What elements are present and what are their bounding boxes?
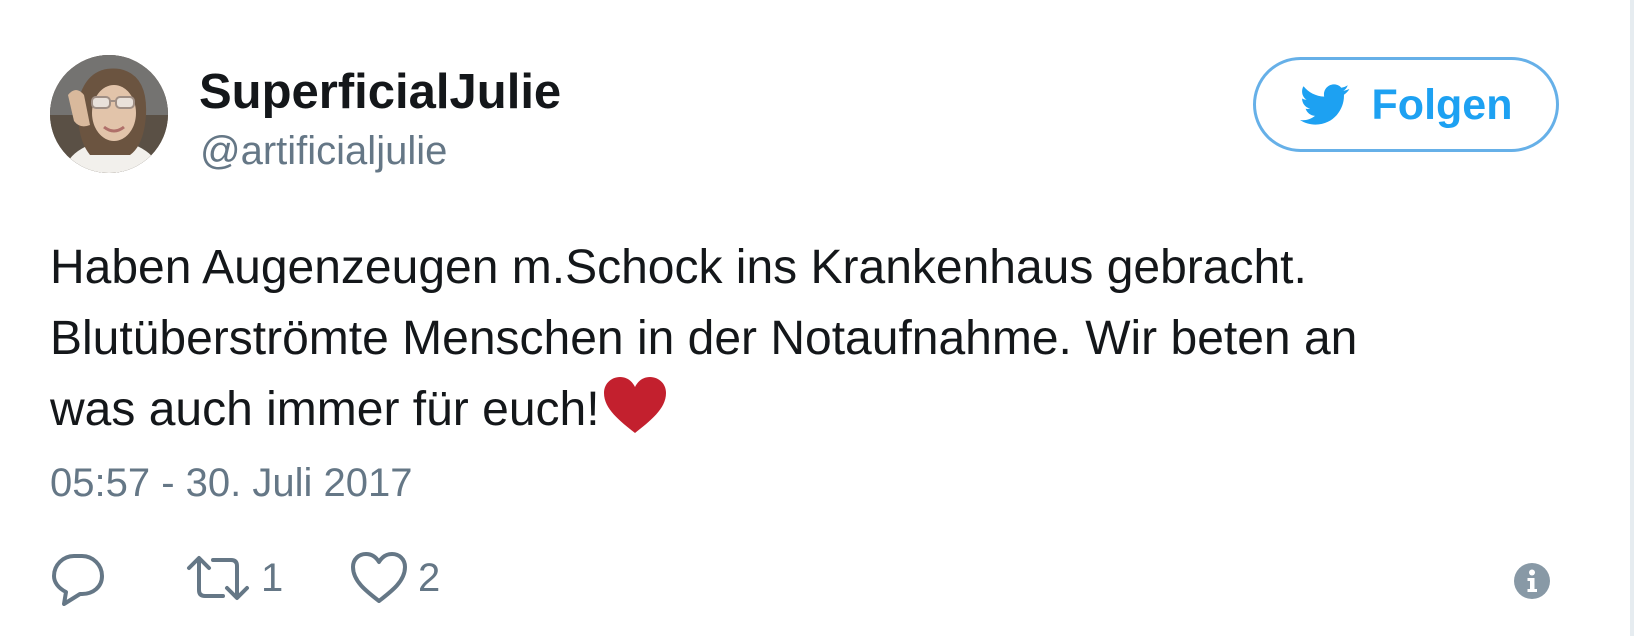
retweet-button[interactable]: 1	[185, 548, 283, 608]
follow-button-label: Folgen	[1371, 80, 1513, 129]
tweet-text-line: was auch immer für euch!	[50, 374, 1550, 445]
reply-icon	[52, 554, 104, 606]
retweet-icon	[187, 556, 249, 600]
follow-button[interactable]: Folgen	[1253, 57, 1559, 152]
like-button[interactable]: 2	[350, 548, 440, 608]
red-heart-emoji-icon	[603, 377, 666, 433]
reply-button[interactable]	[50, 548, 106, 608]
retweet-count: 1	[261, 556, 284, 600]
tweet-text: Haben Augenzeugen m.Schock ins Krankenha…	[50, 232, 1550, 445]
avatar-photo	[50, 55, 168, 173]
tweet-text-line: Blutüberströmte Menschen in der Notaufna…	[50, 312, 1358, 365]
display-name[interactable]: SuperficialJulie	[199, 62, 561, 122]
twitter-bird-icon	[1299, 83, 1349, 125]
like-count: 2	[418, 556, 441, 600]
tweet-timestamp[interactable]: 05:57 - 30. Juli 2017	[50, 458, 412, 508]
card-edge	[1630, 0, 1634, 636]
tweet-text-line: Haben Augenzeugen m.Schock ins Krankenha…	[50, 241, 1307, 294]
tweet-text-line-content: was auch immer für euch!	[50, 383, 600, 436]
tweet-card: SuperficialJulie @artificialjulie Folgen…	[0, 0, 1634, 636]
info-icon[interactable]	[1513, 562, 1551, 600]
avatar[interactable]	[50, 55, 168, 173]
user-handle[interactable]: @artificialjulie	[200, 124, 447, 178]
heart-icon	[351, 552, 407, 603]
